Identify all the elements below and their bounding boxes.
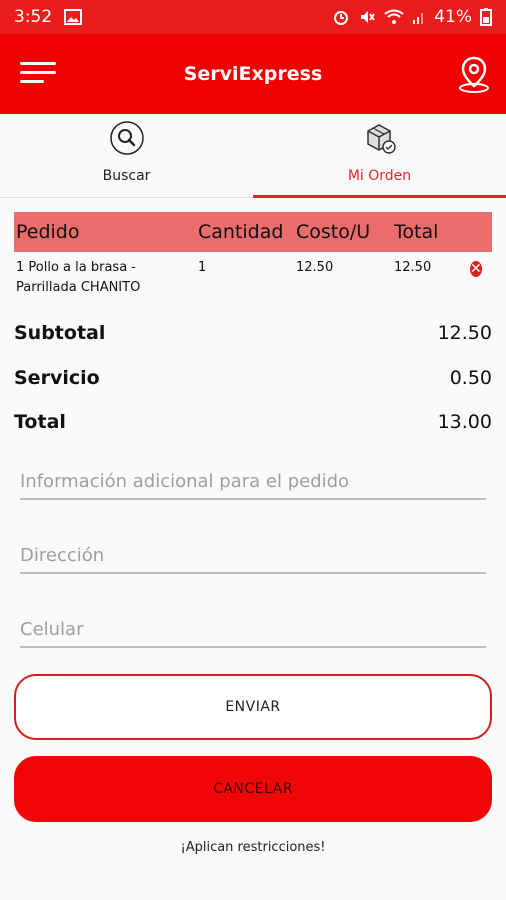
table-row: 1 Pollo a la brasa - Parrillada CHANITO …: [14, 252, 492, 298]
tab-buscar-label: Buscar: [102, 168, 151, 184]
tab-mi-orden-label: Mi Orden: [347, 168, 412, 184]
battery-icon: [480, 8, 492, 26]
signal-icon: [412, 9, 426, 25]
mute-icon: [358, 8, 376, 26]
order-item-quantity: 1: [198, 260, 207, 275]
location-pin-icon[interactable]: [454, 54, 494, 94]
app-bar: ServiExpress: [0, 34, 506, 114]
subtotal-value: 12.50: [437, 322, 492, 344]
column-header-costo: Costo/U: [296, 221, 371, 243]
search-icon: [109, 120, 145, 160]
order-item-unit-cost: 12.50: [296, 260, 334, 275]
total-label: Total: [14, 411, 66, 433]
cancel-button[interactable]: CANCELAR: [14, 756, 492, 822]
alarm-icon: [332, 8, 350, 26]
send-button[interactable]: ENVIAR: [14, 674, 492, 740]
phone-input[interactable]: [20, 612, 486, 648]
order-item-total: 12.50: [394, 260, 432, 275]
app-title: ServiExpress: [183, 63, 323, 85]
wifi-icon: [384, 9, 404, 25]
remove-item-icon[interactable]: ✕: [470, 261, 482, 277]
tab-bar: Buscar Mi Orden: [0, 114, 506, 198]
additional-info-input[interactable]: [20, 464, 486, 500]
menu-icon[interactable]: [20, 62, 60, 86]
servicio-row: Servicio 0.50: [14, 367, 492, 389]
battery-text: 41%: [434, 7, 472, 27]
restrictions-note: ¡Aplican restricciones!: [180, 840, 326, 855]
column-header-cantidad: Cantidad: [198, 221, 284, 243]
order-table: Pedido Cantidad Costo/U Total 1 Pollo a …: [14, 212, 492, 298]
servicio-value: 0.50: [449, 367, 492, 389]
column-header-total: Total: [394, 221, 439, 243]
image-icon: [64, 9, 83, 25]
total-row: Total 13.00: [14, 411, 492, 433]
servicio-label: Servicio: [14, 367, 100, 389]
subtotal-label: Subtotal: [14, 322, 106, 344]
column-header-pedido: Pedido: [16, 221, 80, 243]
total-value: 13.00: [437, 411, 492, 433]
address-input[interactable]: [20, 538, 486, 574]
status-bar: 3:52 41%: [0, 0, 506, 34]
subtotal-row: Subtotal 12.50: [14, 322, 492, 344]
table-header: Pedido Cantidad Costo/U Total: [14, 212, 492, 252]
order-item-name: 1 Pollo a la brasa - Parrillada CHANITO: [16, 260, 141, 295]
status-time: 3:52: [14, 7, 53, 27]
tab-mi-orden[interactable]: Mi Orden: [253, 114, 506, 198]
box-icon: [362, 120, 398, 160]
tab-buscar[interactable]: Buscar: [0, 114, 253, 197]
